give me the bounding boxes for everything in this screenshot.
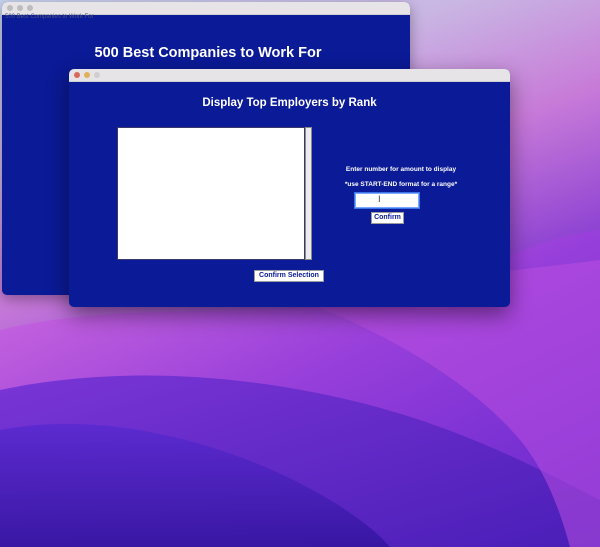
range-hint-label: *use START-END format for a range*	[344, 181, 458, 188]
close-light-icon[interactable]	[7, 5, 13, 11]
confirm-button[interactable]: Confirm	[371, 212, 404, 224]
text-cursor-icon: I	[378, 195, 381, 205]
zoom-light-icon[interactable]	[94, 72, 100, 78]
desktop-wallpaper: 500 Best Companies to Work For 500 Best …	[0, 0, 600, 547]
confirm-selection-button[interactable]: Confirm Selection	[254, 270, 324, 282]
minimize-light-icon[interactable]	[17, 5, 23, 11]
dialog-title: Display Top Employers by Rank	[202, 97, 377, 109]
amount-prompt-label: Enter number for amount to display	[345, 166, 457, 173]
listbox-scrollbar[interactable]	[305, 127, 312, 260]
main-window-caption: 500 Best Companies to Work For	[5, 14, 94, 20]
zoom-light-icon[interactable]	[27, 5, 33, 11]
main-window-title: 500 Best Companies to Work For	[94, 45, 322, 61]
rank-dialog-window[interactable]: Display Top Employers by Rank Enter numb…	[69, 69, 510, 307]
close-light-icon[interactable]	[74, 72, 80, 78]
amount-input[interactable]: I	[355, 193, 419, 208]
employer-listbox[interactable]	[117, 127, 305, 260]
minimize-light-icon[interactable]	[84, 72, 90, 78]
rank-dialog-titlebar[interactable]	[69, 69, 510, 82]
